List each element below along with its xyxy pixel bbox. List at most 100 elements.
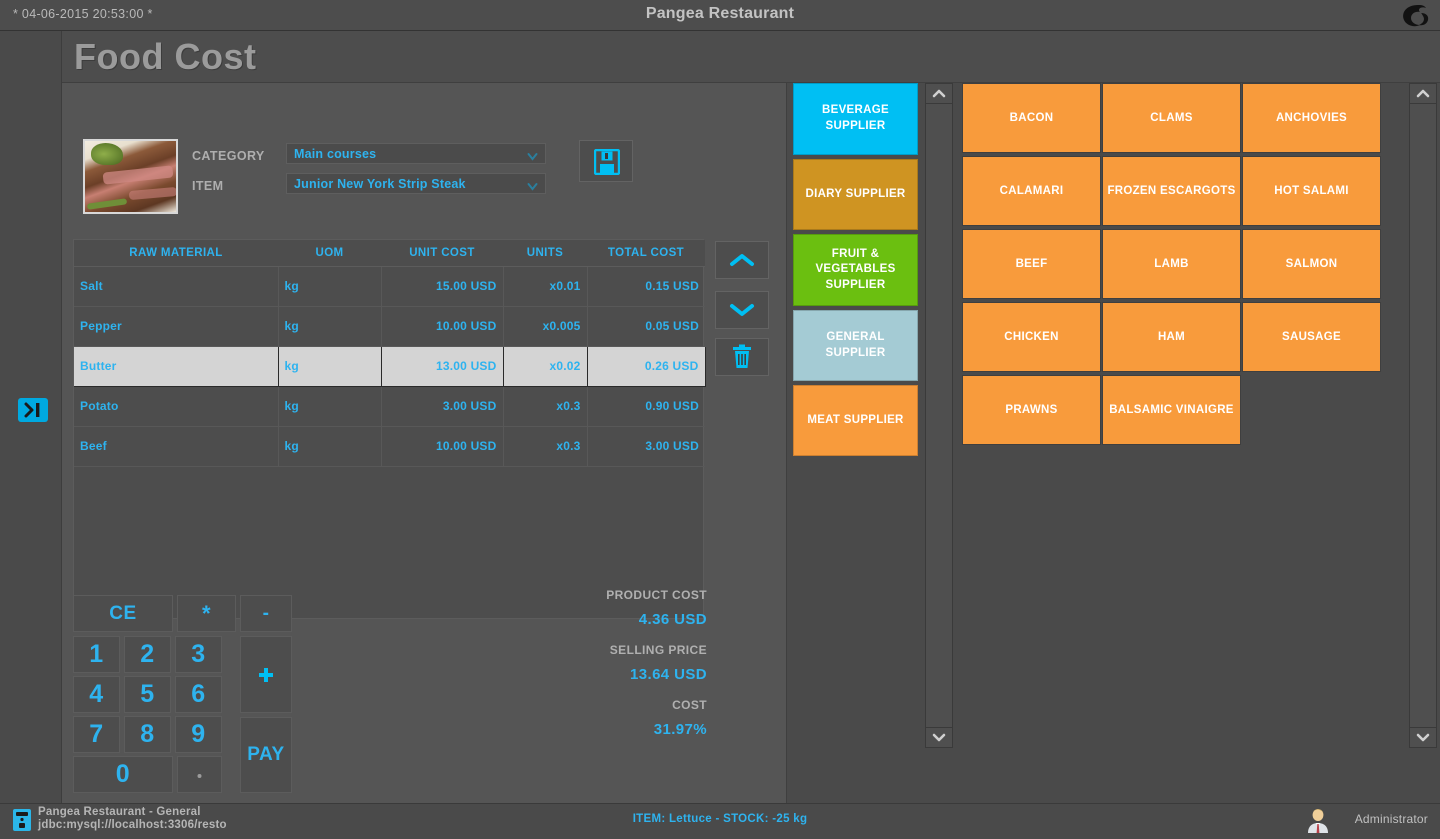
cell-raw-material[interactable]: Butter [74, 345, 279, 387]
scroll-down-arrow-icon[interactable] [926, 727, 952, 747]
move-row-up-button[interactable] [715, 241, 769, 279]
product-button[interactable]: ANCHOVIES [1242, 83, 1381, 153]
supplier-label: BEVERAGE SUPPLIER [822, 104, 889, 132]
product-button[interactable]: PRAWNS [962, 375, 1101, 445]
product-button[interactable]: HOT SALAMI [1242, 156, 1381, 226]
column-header-raw-material[interactable]: RAW MATERIAL [74, 240, 278, 267]
product-button[interactable]: BACON [962, 83, 1101, 153]
left-rail [0, 31, 62, 803]
cell-total-cost[interactable]: 0.90 USD [587, 386, 705, 427]
key-5[interactable]: 5 [124, 676, 171, 713]
cell-unit-cost[interactable]: 15.00 USD [381, 266, 504, 307]
supplier-scrollbar[interactable] [925, 83, 953, 748]
scroll-down-arrow-icon[interactable] [1410, 727, 1436, 747]
column-header-unit-cost[interactable]: UNIT COST [381, 240, 503, 267]
cell-uom[interactable]: kg [278, 426, 382, 467]
product-button[interactable]: CALAMARI [962, 156, 1101, 226]
item-value: Junior New York Strip Steak [294, 177, 466, 191]
cell-uom[interactable]: kg [278, 306, 382, 347]
product-button[interactable]: SALMON [1242, 229, 1381, 299]
key-1[interactable]: 1 [73, 636, 120, 673]
cell-uom[interactable]: kg [278, 386, 382, 427]
key-asterisk[interactable]: * [177, 595, 236, 632]
key-9[interactable]: 9 [175, 716, 222, 753]
supplier-scroll-track[interactable] [926, 104, 952, 727]
cell-unit-cost[interactable]: 10.00 USD [381, 426, 504, 467]
key-minus[interactable]: - [240, 595, 292, 632]
category-select[interactable]: Main courses [286, 143, 546, 164]
product-button[interactable]: HAM [1102, 302, 1241, 372]
top-bar: * 04-06-2015 20:53:00 * Pangea Restauran… [0, 0, 1440, 31]
dish-thumbnail [83, 139, 178, 214]
scroll-up-arrow-icon[interactable] [926, 84, 952, 104]
cell-unit-cost[interactable]: 13.00 USD [381, 345, 504, 387]
table-row-selected[interactable]: Butter kg 13.00 USD x0.02 0.26 USD [74, 345, 706, 387]
key-pay[interactable]: PAY [240, 717, 292, 793]
table-row[interactable]: Salt kg 15.00 USD x0.01 0.15 USD [74, 266, 705, 307]
product-button[interactable]: LAMB [1102, 229, 1241, 299]
scroll-up-arrow-icon[interactable] [1410, 84, 1436, 104]
key-plus[interactable] [240, 636, 292, 713]
key-clear-entry[interactable]: CE [73, 595, 173, 632]
cell-raw-material[interactable]: Potato [74, 386, 279, 427]
cell-total-cost[interactable]: 3.00 USD [587, 426, 705, 467]
supplier-button[interactable]: DIARY SUPPLIER [793, 159, 918, 230]
supplier-button[interactable]: GENERAL SUPPLIER [793, 310, 918, 381]
supplier-button[interactable]: BEVERAGE SUPPLIER [793, 83, 918, 155]
item-select[interactable]: Junior New York Strip Steak [286, 173, 546, 194]
cell-total-cost[interactable]: 0.05 USD [587, 306, 705, 347]
cell-unit-cost[interactable]: 10.00 USD [381, 306, 504, 347]
expand-panel-icon[interactable] [17, 394, 49, 426]
delete-row-button[interactable] [715, 338, 769, 376]
table-row[interactable]: Potato kg 3.00 USD x0.3 0.90 USD [74, 386, 705, 427]
product-button[interactable]: BALSAMIC VINAIGRE [1102, 375, 1241, 445]
category-value: Main courses [294, 147, 377, 161]
cell-units[interactable]: x0.02 [503, 345, 588, 387]
supplier-button[interactable]: MEAT SUPPLIER [793, 385, 918, 456]
key-0[interactable]: 0 [73, 756, 173, 793]
cell-uom[interactable]: kg [278, 345, 382, 387]
cell-raw-material[interactable]: Pepper [74, 306, 279, 347]
key-7[interactable]: 7 [73, 716, 120, 753]
product-scrollbar[interactable] [1409, 83, 1437, 748]
key-decimal-point[interactable] [177, 756, 222, 793]
column-header-total-cost[interactable]: TOTAL COST [587, 240, 705, 267]
key-4[interactable]: 4 [73, 676, 120, 713]
key-2[interactable]: 2 [124, 636, 171, 673]
page-title: Food Cost [62, 31, 1440, 83]
column-header-units[interactable]: UNITS [503, 240, 587, 267]
save-button[interactable] [579, 140, 633, 182]
key-3[interactable]: 3 [175, 636, 222, 673]
move-row-down-button[interactable] [715, 291, 769, 329]
product-button[interactable]: SAUSAGE [1242, 302, 1381, 372]
supplier-button[interactable]: FRUIT & VEGETABLES SUPPLIER [793, 234, 918, 306]
cell-units[interactable]: x0.3 [503, 386, 588, 427]
key-8[interactable]: 8 [124, 716, 171, 753]
key-6[interactable]: 6 [175, 676, 222, 713]
product-button[interactable]: FROZEN ESCARGOTS [1102, 156, 1241, 226]
product-cost-value: 4.36 USD [638, 611, 707, 628]
product-scroll-track[interactable] [1410, 104, 1436, 727]
cell-units[interactable]: x0.3 [503, 426, 588, 467]
cost-percent-label: COST [672, 698, 707, 712]
status-message: ITEM: Lettuce - STOCK: -25 kg [632, 813, 808, 825]
product-button[interactable]: BEEF [962, 229, 1101, 299]
column-header-uom[interactable]: UOM [278, 240, 381, 267]
cell-units[interactable]: x0.01 [503, 266, 588, 307]
product-button[interactable]: CLAMS [1102, 83, 1241, 153]
table-row[interactable]: Pepper kg 10.00 USD x0.005 0.05 USD [74, 306, 705, 347]
item-label: ITEM [192, 179, 224, 193]
table-row[interactable]: Beef kg 10.00 USD x0.3 3.00 USD [74, 426, 705, 467]
cell-total-cost[interactable]: 0.15 USD [587, 266, 705, 307]
supplier-label: MEAT SUPPLIER [807, 413, 904, 426]
cell-raw-material[interactable]: Beef [74, 426, 279, 467]
supplier-label: GENERAL SUPPLIER [825, 330, 886, 359]
cell-unit-cost[interactable]: 3.00 USD [381, 386, 504, 427]
cell-raw-material[interactable]: Salt [74, 266, 279, 307]
trash-can-icon [733, 344, 751, 368]
product-button[interactable]: CHICKEN [962, 302, 1101, 372]
product-label: BEEF [1015, 257, 1048, 270]
cell-uom[interactable]: kg [278, 266, 382, 307]
cell-units[interactable]: x0.005 [503, 306, 588, 347]
cell-total-cost[interactable]: 0.26 USD [587, 345, 706, 387]
